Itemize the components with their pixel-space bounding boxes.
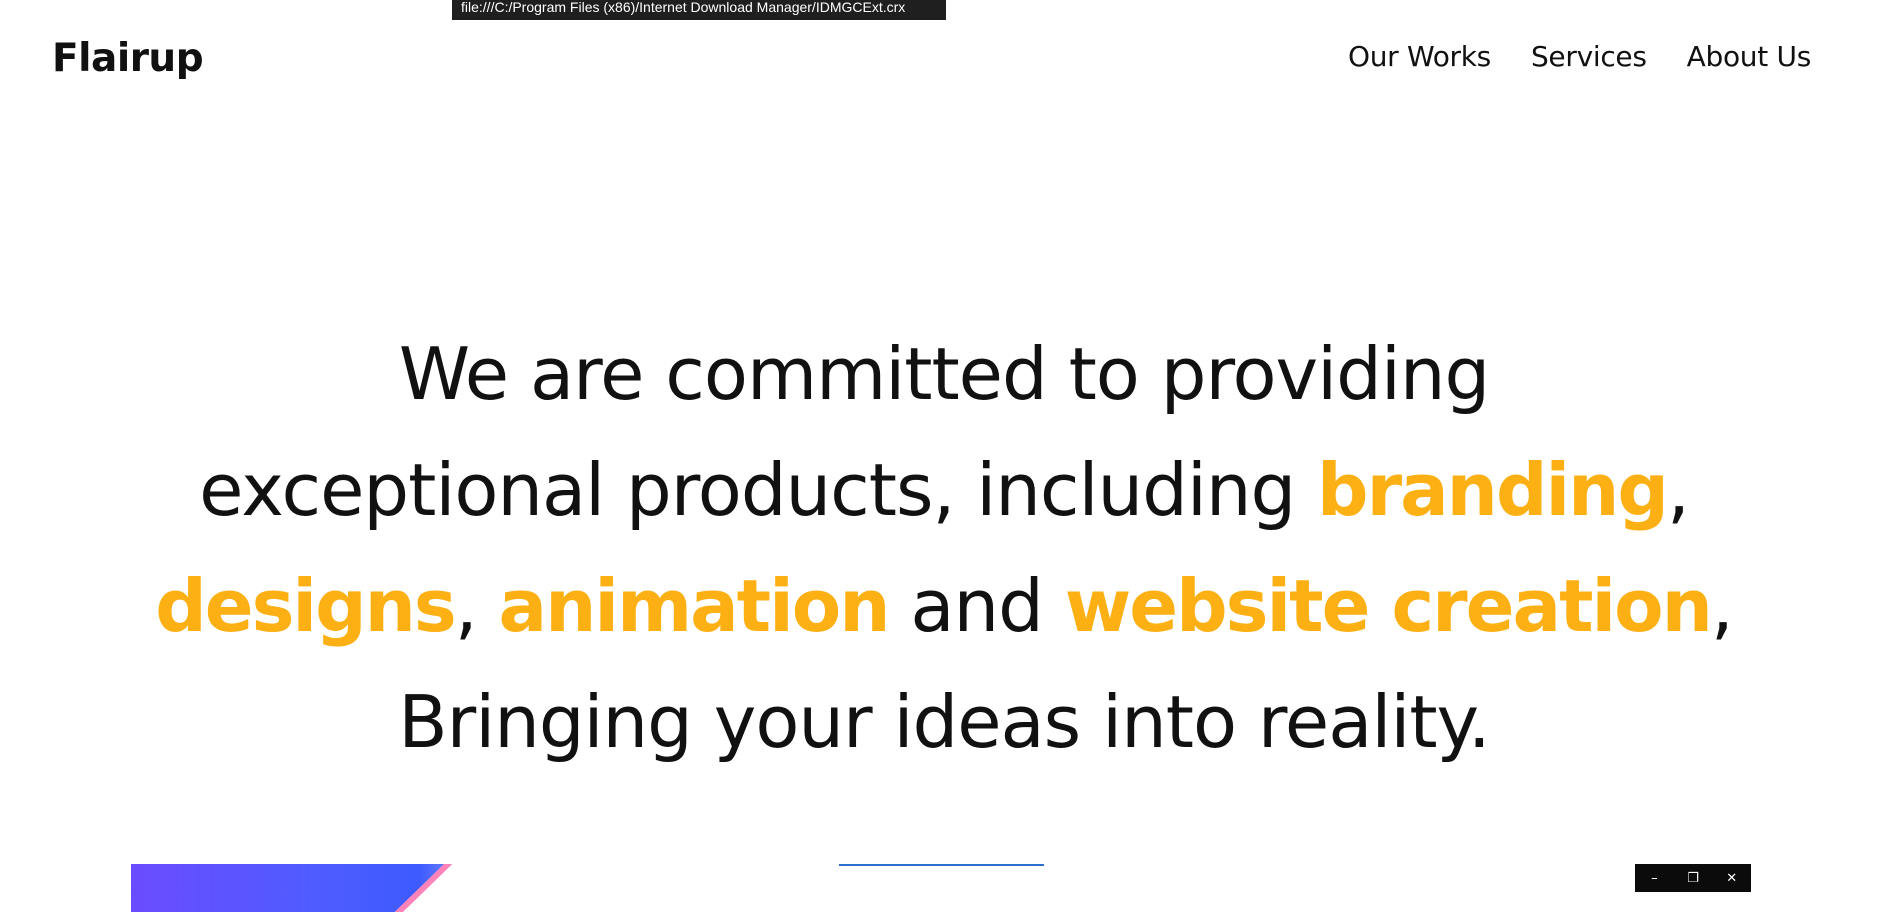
preview-gradient xyxy=(131,864,445,912)
hero-line-3: designs, animation and website creation, xyxy=(40,548,1848,664)
main-nav: Our Works Services About Us xyxy=(1348,40,1811,73)
highlight-website-creation: website creation xyxy=(1064,564,1713,649)
hero-line-2: exceptional products, including branding… xyxy=(40,432,1848,548)
hero-line-4: Bringing your ideas into reality. xyxy=(398,680,1491,765)
floating-window-controls: – ❐ ✕ xyxy=(1635,864,1751,892)
highlight-branding: branding xyxy=(1317,448,1669,533)
restore-icon[interactable]: ❐ xyxy=(1681,871,1705,886)
hero-punct: , xyxy=(1666,448,1690,533)
work-preview-edge xyxy=(839,864,1044,866)
hero-punct: , xyxy=(1710,564,1734,649)
work-preview-image[interactable] xyxy=(131,864,543,912)
close-icon[interactable]: ✕ xyxy=(1720,871,1744,886)
highlight-designs: designs xyxy=(155,564,457,649)
nav-services[interactable]: Services xyxy=(1531,40,1647,73)
nav-our-works[interactable]: Our Works xyxy=(1348,40,1491,73)
minimize-icon[interactable]: – xyxy=(1642,871,1666,886)
hero-text: and xyxy=(888,564,1065,649)
hero-line-1: We are committed to providing xyxy=(398,332,1490,417)
status-bar-tooltip: file:///C:/Program Files (x86)/Internet … xyxy=(452,0,946,20)
site-logo[interactable]: Flairup xyxy=(52,36,204,81)
hero-text: exceptional products, including xyxy=(199,448,1318,533)
hero-punct: , xyxy=(454,564,499,649)
nav-about-us[interactable]: About Us xyxy=(1687,40,1812,73)
hero-headline: We are committed to providing exceptiona… xyxy=(40,316,1848,780)
highlight-animation: animation xyxy=(498,564,891,649)
